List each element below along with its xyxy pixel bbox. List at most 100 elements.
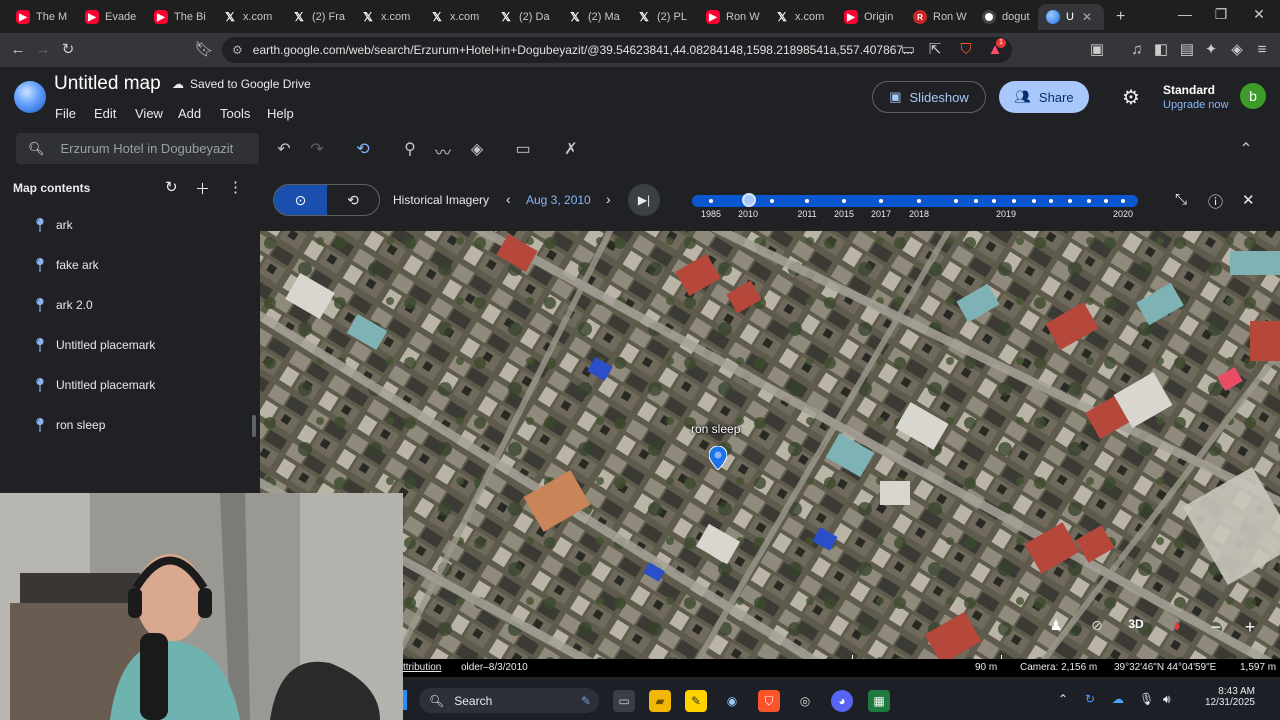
minimize-timeline-icon[interactable]: ⤡: [1175, 191, 1187, 208]
maximize-icon[interactable]: ❐: [1206, 6, 1236, 23]
list-item[interactable]: 📍︎ ark: [0, 205, 250, 245]
panel-resize-handle[interactable]: [252, 415, 256, 437]
calculator-icon[interactable]: ▦: [868, 690, 890, 712]
page-title[interactable]: Untitled map: [54, 73, 161, 95]
add-icon[interactable]: ＋: [195, 178, 210, 199]
taskbar-search[interactable]: 🔍︎ Search ✎: [419, 688, 599, 713]
browser-tab[interactable]: dogut: [974, 4, 1036, 30]
share-page-icon[interactable]: ⇱: [925, 40, 945, 60]
reload-icon[interactable]: ↻: [58, 40, 78, 60]
menu-file[interactable]: File: [55, 106, 76, 121]
browser-tab[interactable]: ▶ Evade: [77, 4, 143, 30]
install-app-icon[interactable]: ▭: [898, 40, 918, 60]
avatar[interactable]: b: [1240, 83, 1266, 109]
menu-edit[interactable]: Edit: [94, 106, 116, 121]
browser-tab[interactable]: 𝕏 (2) Fra: [284, 4, 350, 30]
map-viewport[interactable]: ron sleep ♟ ⊘ 3D ⬧ − +: [260, 231, 1280, 659]
leo-ai-icon[interactable]: ✦: [1201, 40, 1221, 60]
show-hidden-icons[interactable]: ⌃: [1058, 692, 1068, 706]
wallet-icon[interactable]: ▤: [1177, 40, 1197, 60]
add-placemark-icon[interactable]: ⚲: [400, 139, 420, 159]
menu-tools[interactable]: Tools: [220, 106, 250, 121]
toggle-3d-button[interactable]: 3D: [1123, 617, 1149, 631]
cloud-icon[interactable]: ☁︎: [1112, 692, 1124, 706]
settings-gear-icon[interactable]: ⚙: [1122, 85, 1140, 110]
browser-tab[interactable]: ▶ Ron W: [698, 4, 764, 30]
draw-path-icon[interactable]: 〰: [433, 139, 453, 163]
upgrade-link[interactable]: Upgrade now: [1163, 99, 1228, 111]
browser-tab[interactable]: R Ron W: [905, 4, 971, 30]
historical-mode-icon[interactable]: ⊙: [274, 185, 327, 215]
browser-tab[interactable]: 𝕏 (2) Da: [491, 4, 557, 30]
volume-icon[interactable]: 🔊︎: [1163, 692, 1171, 707]
sidebar-toggle-icon[interactable]: ▣: [1087, 40, 1107, 60]
close-tab-icon[interactable]: ✕: [1082, 10, 1092, 24]
imagery-mode-toggle[interactable]: ⊙ ⟲: [273, 184, 380, 216]
redo-icon[interactable]: ↷: [307, 139, 327, 159]
measure-icon[interactable]: ▭: [513, 139, 533, 159]
sync-icon[interactable]: ↻: [1085, 692, 1095, 706]
task-view-icon[interactable]: ▭: [613, 690, 635, 712]
browser-tab[interactable]: ▶ The Bi: [146, 4, 212, 30]
refresh-icon[interactable]: ↻: [165, 178, 178, 196]
slideshow-button[interactable]: ▣ Slideshow: [872, 81, 986, 113]
pegman-icon[interactable]: ♟: [1043, 617, 1069, 634]
obs-icon[interactable]: ◎: [794, 690, 816, 712]
discord-icon[interactable]: ◕: [831, 690, 853, 712]
current-mode-icon[interactable]: ⟲: [327, 185, 379, 215]
list-item[interactable]: 📍︎ ark 2.0: [0, 285, 250, 325]
browser-menu-icon[interactable]: ≡: [1252, 40, 1272, 60]
reset-view-icon[interactable]: ⊘: [1084, 617, 1110, 634]
bookmark-icon[interactable]: 🔖︎: [194, 40, 214, 60]
undo-icon[interactable]: ↶: [274, 139, 294, 159]
system-clock[interactable]: 8:43 AM 12/31/2025: [1195, 686, 1255, 708]
brave-shield-icon[interactable]: ⛉: [956, 40, 976, 60]
historical-imagery-icon[interactable]: ⟲: [353, 139, 373, 159]
layers-icon[interactable]: ◈: [467, 139, 487, 159]
list-item[interactable]: 📍︎ ron sleep: [0, 405, 250, 445]
file-explorer-icon[interactable]: ▰: [649, 690, 671, 712]
menu-view[interactable]: View: [135, 106, 163, 121]
browser-tab[interactable]: 𝕏 (2) PL: [629, 4, 695, 30]
zoom-in-button[interactable]: +: [1237, 617, 1263, 638]
timeline-slider[interactable]: [692, 193, 1138, 207]
new-features-icon[interactable]: ✗: [561, 139, 581, 159]
minimize-icon[interactable]: —: [1170, 6, 1200, 22]
microphone-icon[interactable]: 🎙︎: [1139, 692, 1154, 706]
latest-imagery-button[interactable]: ▶|: [628, 184, 660, 216]
brave-browser-icon[interactable]: ⛉: [758, 690, 780, 712]
browser-tab-active[interactable]: U ✕: [1038, 4, 1104, 30]
more-vert-icon[interactable]: ⋮: [228, 178, 243, 196]
new-tab-button[interactable]: +: [1108, 4, 1132, 30]
browser-tab[interactable]: 𝕏x.com: [767, 4, 833, 30]
placemark-label[interactable]: ron sleep: [691, 422, 740, 436]
zoom-out-button[interactable]: −: [1203, 617, 1229, 638]
list-item[interactable]: 📍︎ Untitled placemark: [0, 365, 250, 405]
list-item[interactable]: 📍︎ fake ark: [0, 245, 250, 285]
back-icon[interactable]: ←: [8, 40, 28, 60]
media-icon[interactable]: ♫: [1127, 40, 1147, 60]
address-bar[interactable]: ⚙ earth.google.com/web/search/Erzurum+Ho…: [222, 37, 1012, 63]
site-info-icon[interactable]: ⚙: [232, 43, 243, 57]
share-button[interactable]: 👥︎ Share: [999, 81, 1089, 113]
plan-info[interactable]: Standard Upgrade now: [1163, 83, 1228, 111]
collapse-toolbar-icon[interactable]: ⌃: [1236, 139, 1256, 159]
window-close-icon[interactable]: ✕: [1244, 6, 1274, 23]
browser-tab[interactable]: ▶ The M: [8, 4, 72, 30]
previous-date-icon[interactable]: ‹: [506, 191, 511, 207]
browser-tab[interactable]: ▶ Origin: [836, 4, 902, 30]
close-historical-icon[interactable]: ✕: [1242, 191, 1255, 209]
compass-icon[interactable]: ⬧: [1164, 617, 1190, 634]
menu-add[interactable]: Add: [178, 106, 201, 121]
split-view-icon[interactable]: ◧: [1151, 40, 1171, 60]
imagery-date[interactable]: Aug 3, 2010: [526, 193, 591, 207]
vpn-icon[interactable]: ◈: [1227, 40, 1247, 60]
browser-tab[interactable]: 𝕏 (2) Ma: [560, 4, 626, 30]
list-item[interactable]: 📍︎ Untitled placemark: [0, 325, 250, 365]
next-date-icon[interactable]: ›: [606, 191, 611, 207]
timeline-thumb[interactable]: [742, 193, 756, 207]
map-pin-icon[interactable]: [709, 446, 727, 470]
attribution-link[interactable]: ttribution: [403, 662, 441, 673]
browser-tab[interactable]: 𝕏x.com: [215, 4, 281, 30]
help-icon[interactable]: ⓘ: [1208, 191, 1223, 212]
